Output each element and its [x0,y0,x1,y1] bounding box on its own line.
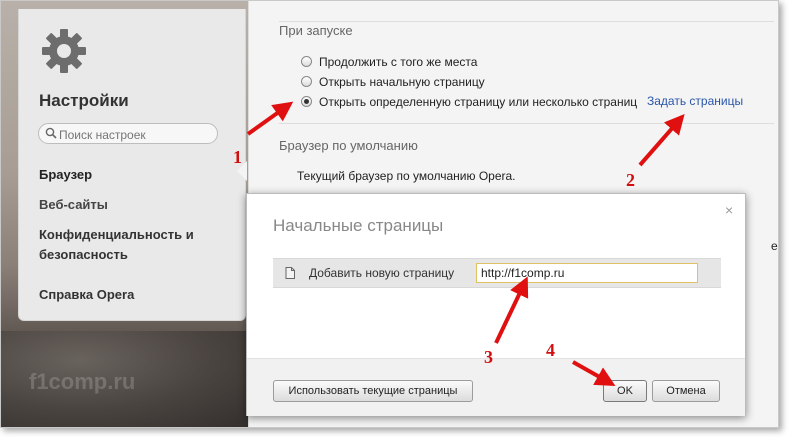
annotation-number: 3 [484,347,493,367]
divider [279,123,774,124]
sidebar-item-privacy[interactable]: Конфиденциальность и безопасность [39,225,229,265]
gear-icon [42,29,86,73]
dialog-footer: Использовать текущие страницы OK Отмена [247,358,745,416]
radio-button[interactable] [301,56,312,67]
startup-option-label: Открыть начальную страницу [319,75,485,89]
add-page-label: Добавить новую страницу [309,266,455,280]
search-icon [45,127,57,139]
divider [279,21,774,22]
page-icon [285,267,295,279]
clipped-text: е [771,239,778,253]
settings-title: Настройки [39,91,129,110]
new-page-url-input[interactable] [476,263,698,283]
settings-search-input[interactable] [38,123,218,144]
annotation-number: 2 [626,170,635,190]
set-pages-link[interactable]: Задать страницы [647,94,743,108]
default-browser-section-title: Браузер по умолчанию [279,138,418,153]
sidebar-item-browser[interactable]: Браузер [39,165,92,185]
close-icon[interactable]: × [725,202,733,218]
start-pages-dialog: Начальные страницы × Добавить новую стра… [246,193,746,416]
startup-section-title: При запуске [279,23,353,38]
opera-settings-window: f1comp.ru Настройки Браузер Веб-сайты К [0,0,779,428]
default-browser-status: Текущий браузер по умолчанию Opera. [297,169,516,183]
use-current-pages-button[interactable]: Использовать текущие страницы [273,380,473,402]
annotation-number: 4 [546,340,555,360]
cancel-button[interactable]: Отмена [652,380,720,402]
sidebar-item-websites[interactable]: Веб-сайты [39,195,108,215]
dialog-title: Начальные страницы [273,216,444,235]
sidebar-item-help[interactable]: Справка Opera [39,285,134,305]
radio-button-selected[interactable] [301,96,312,107]
settings-sidebar: Настройки Браузер Веб-сайты Конфиденциал… [18,9,246,321]
startup-option-label: Продолжить с того же места [319,55,478,69]
add-page-row: Добавить новую страницу [273,258,721,288]
startup-option-label: Открыть определенную страницу или нескол… [319,95,638,109]
watermark: f1comp.ru [29,369,136,394]
radio-button[interactable] [301,76,312,87]
ok-button[interactable]: OK [603,380,647,402]
annotation-number: 1 [233,147,242,167]
